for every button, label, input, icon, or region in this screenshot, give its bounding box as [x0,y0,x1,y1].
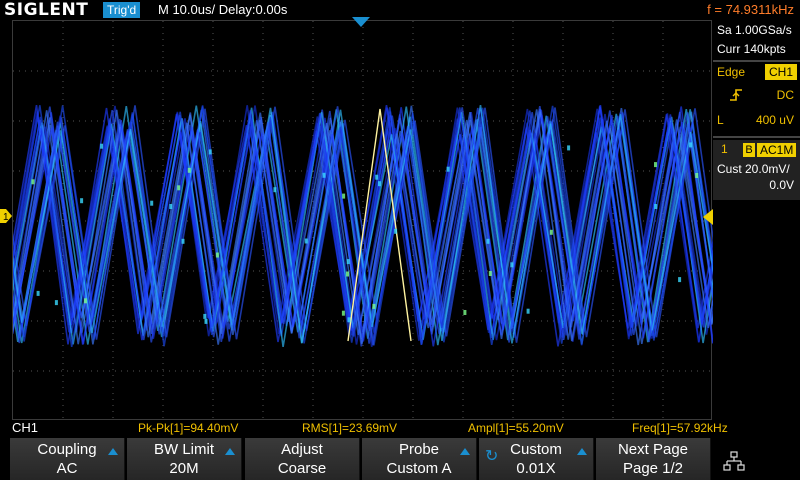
trigger-type: Edge [717,65,746,79]
softkey-label: Next Page [617,441,689,458]
trigger-type-row[interactable]: Edge CH1 [713,62,800,82]
status-bar: SIGLENT Trig'd M 10.0us/ Delay:0.00s f =… [0,0,800,20]
trigger-level-icon[interactable] [703,209,713,225]
trigger-coupling: DC [776,88,794,102]
softkey-bw-limit[interactable]: BW Limit 20M [127,438,242,480]
softkey-adjust[interactable]: Adjust Coarse [245,438,360,480]
bandwidth-limit-badge: B [743,143,755,157]
brand-logo: SIGLENT [4,0,89,20]
softkey-probe[interactable]: Probe Custom A [362,438,477,480]
graticule-lines [13,21,713,421]
vertical-offset: 0.0V [769,178,794,192]
graticule [13,21,713,421]
waveform-display[interactable] [12,20,713,421]
up-arrow-icon [460,448,470,455]
measurement-ampl: Ampl[1]=55.20mV [468,421,564,435]
frequency-counter: f = 74.9311kHz [707,2,794,17]
up-arrow-icon [577,448,587,455]
channel-number: 1 [721,142,728,156]
measurement-rms: RMS[1]=23.69mV [302,421,398,435]
softkey-label: Adjust [281,441,323,458]
measurement-channel-label: CH1 [12,420,39,435]
softkey-value: Page 1/2 [622,460,684,477]
softkey-next-page[interactable]: Next Page Page 1/2 [596,438,711,480]
softkey-coupling[interactable]: Coupling AC [10,438,125,480]
network-tree-icon[interactable] [712,438,800,480]
timebase-readout: M 10.0us/ Delay:0.00s [158,2,288,17]
vertical-scale: Cust 20.0mV/ [717,162,790,176]
softkey-label: Coupling [37,441,97,458]
trigger-level-value: 400 uV [755,113,794,127]
trigger-level-label: L [717,113,724,127]
trigger-status-badge: Trig'd [103,2,141,18]
softkey-value: 20M [169,460,199,477]
trigger-position-icon[interactable] [352,17,370,27]
measurement-freq: Freq[1]=57.92kHz [632,421,728,435]
softkey-bar: Coupling AC BW Limit 20M Adjust Coarse P… [0,438,800,480]
softkey-label: BW Limit [154,441,214,458]
softkey-value: Custom A [386,460,452,477]
info-panel: Sa 1.00GSa/s Curr 140kpts Edge CH1 DC L … [713,20,800,420]
trigger-source-badge: CH1 [764,64,797,80]
channel-1-marker-icon[interactable]: 1 [0,209,12,223]
svg-text:1: 1 [3,212,9,223]
sample-rate: Sa 1.00GSa/s [717,23,792,37]
softkey-custom[interactable]: ↻ Custom 0.01X [479,438,594,480]
rising-edge-icon [730,89,742,101]
measurement-bar: CH1 Pk-Pk[1]=94.40mV RMS[1]=23.69mV Ampl… [0,420,800,438]
rotate-knob-icon: ↻ [485,448,499,465]
up-arrow-icon [108,448,118,455]
memory-depth: Curr 140kpts [717,42,786,56]
softkey-value: AC [56,460,78,477]
softkey-value: Coarse [277,460,327,477]
softkey-label: Probe [398,441,440,458]
measurement-pkpk: Pk-Pk[1]=94.40mV [138,421,239,435]
trigger-slope-row[interactable]: DC [713,85,800,105]
up-arrow-icon [225,448,235,455]
trigger-level-row[interactable]: L 400 uV [713,110,800,130]
channel-coupling-badge: AC1M [757,143,797,157]
divider [713,136,800,138]
